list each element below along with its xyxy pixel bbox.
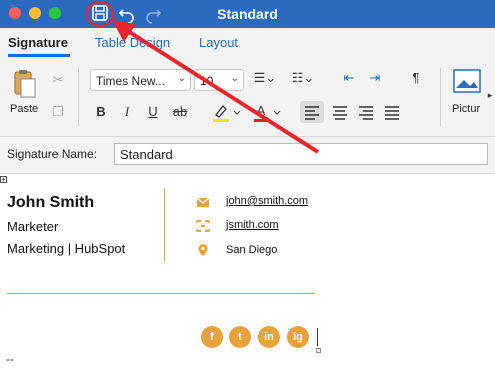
annotation-arrow [112,20,320,154]
